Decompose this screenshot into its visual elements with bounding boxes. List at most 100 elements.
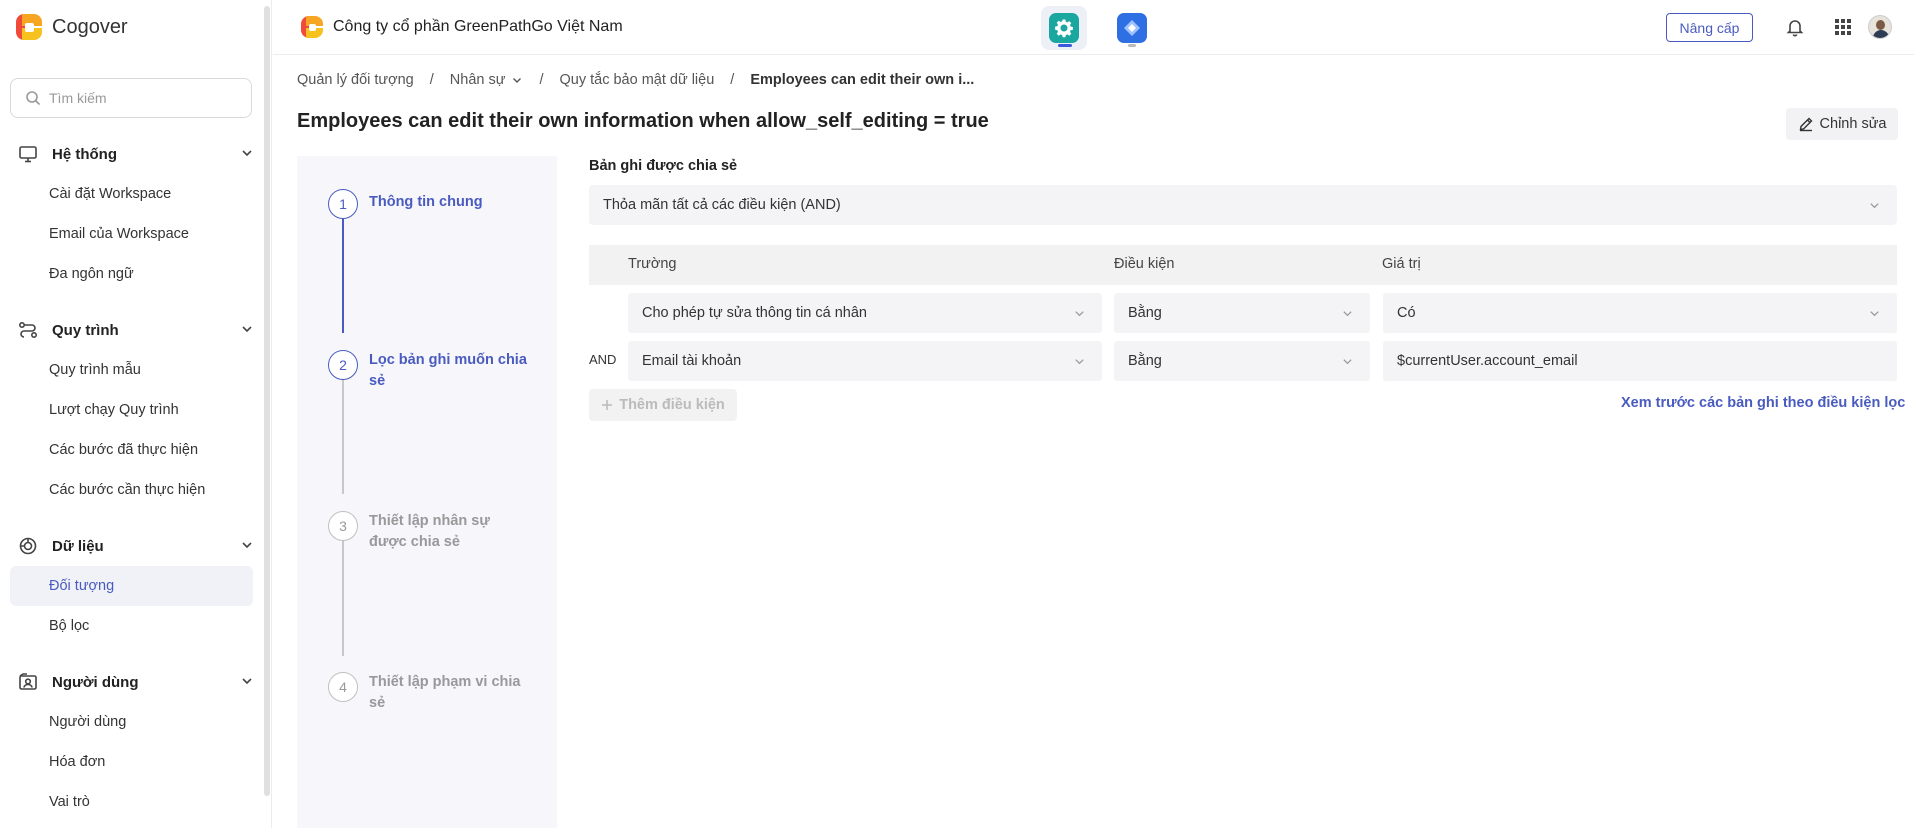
nav-group-title: Quy trình (52, 321, 119, 339)
data-icon (19, 537, 37, 555)
nav-group-title: Người dùng (52, 673, 139, 691)
sidebar-item-steps-todo[interactable]: Các bước cần thực hiện (0, 470, 253, 510)
nav-group-header[interactable]: Quy trình (0, 310, 262, 350)
page-title: Employees can edit their own information… (297, 110, 989, 132)
company-name: Công ty cổ phần GreenPathGo Việt Nam (333, 18, 623, 35)
step-connector (342, 525, 344, 656)
shared-records-label: Bản ghi được chia sẻ (589, 158, 738, 174)
edit-button-label: Chỉnh sửa (1819, 116, 1887, 132)
chevron-down-icon[interactable] (240, 322, 254, 336)
chevron-down-icon[interactable] (240, 538, 254, 552)
step-3-number[interactable]: 3 (328, 511, 358, 541)
bell-icon[interactable] (1784, 16, 1806, 38)
breadcrumb-separator: / (730, 72, 735, 88)
condition-field-select[interactable]: Email tài khoản (628, 341, 1102, 381)
brand-name: Cogover (52, 15, 128, 38)
condition-field-value: Cho phép tự sửa thông tin cá nhân (642, 305, 867, 321)
sidebar-item-invoices[interactable]: Hóa đơn (0, 742, 253, 782)
cogover-logo-icon (16, 14, 42, 40)
avatar[interactable] (1868, 15, 1892, 39)
users-icon (19, 673, 37, 690)
step-connector (342, 364, 344, 494)
chevron-down-icon (1870, 311, 1879, 317)
step-3-label[interactable]: Thiết lập nhân sự được chia sẻ (369, 511, 529, 553)
step-1-number[interactable]: 1 (328, 189, 358, 219)
apps-grid-icon[interactable] (1832, 16, 1854, 38)
nav-group-title: Dữ liệu (52, 537, 104, 555)
condition-value-select[interactable]: Có (1383, 293, 1897, 333)
nav-group-quy-trinh: Quy trình Quy trình mẫu Lượt chạy Quy tr… (0, 310, 262, 510)
breadcrumb-item-object-manager[interactable]: Quản lý đối tượng (297, 72, 414, 88)
nav-group-nguoi-dung: Người dùng Người dùng Hóa đơn Vai trò (0, 662, 262, 822)
breadcrumb-item-security-rules[interactable]: Quy tắc bảo mật dữ liệu (559, 72, 714, 88)
add-condition-label: Thêm điều kiện (619, 397, 725, 413)
sidebar-item-workspace-email[interactable]: Email của Workspace (0, 214, 253, 254)
chevron-down-icon[interactable] (511, 74, 523, 86)
condition-value: $currentUser.account_email (1397, 353, 1578, 369)
sidebar-item-roles[interactable]: Vai trò (0, 782, 253, 822)
sidebar-item-workflow-templates[interactable]: Quy trình mẫu (0, 350, 253, 390)
edit-button[interactable]: Chỉnh sửa (1786, 108, 1898, 140)
sidebar-scrollbar[interactable] (264, 6, 270, 796)
step-4-label[interactable]: Thiết lập phạm vi chia sẻ (369, 672, 529, 714)
condition-operator-select[interactable]: Bằng (1114, 341, 1370, 381)
search-icon (26, 91, 41, 106)
breadcrumb-item-employees[interactable]: Nhân sự (450, 72, 506, 88)
nav-group-header[interactable]: Dữ liệu (0, 526, 262, 566)
workflow-app-button[interactable] (1109, 6, 1155, 50)
column-header-value: Giá trị (1382, 256, 1421, 272)
sidebar-item-workflow-runs[interactable]: Lượt chạy Quy trình (0, 390, 253, 430)
workflow-icon (18, 321, 38, 339)
settings-app-button[interactable] (1041, 6, 1087, 50)
sidebar-item-filters[interactable]: Bộ lọc (0, 606, 253, 646)
condition-field-value: Email tài khoản (642, 353, 742, 369)
nav-group-he-thong: Hệ thống Cài đặt Workspace Email của Wor… (0, 134, 262, 294)
settings-app-icon (1055, 19, 1073, 38)
chevron-down-icon[interactable] (240, 674, 254, 688)
step-2-number[interactable]: 2 (328, 350, 358, 380)
workflow-app-icon (1124, 20, 1140, 36)
add-condition-button[interactable]: Thêm điều kiện (589, 389, 737, 421)
steps-panel: 1 Thông tin chung 2 Lọc bản ghi muốn chi… (297, 156, 557, 828)
condition-operator-value: Bằng (1128, 353, 1162, 369)
breadcrumb-item-current: Employees can edit their own i... (750, 72, 975, 88)
topbar: Công ty cổ phần GreenPathGo Việt Nam Nân… (273, 0, 1914, 55)
nav-group-header[interactable]: Hệ thống (0, 134, 262, 174)
chevron-down-icon (1343, 359, 1352, 365)
monitor-icon (19, 146, 37, 163)
sidebar: Cogover Tìm kiếm Hệ thống Cài đặt Worksp… (0, 0, 272, 828)
breadcrumb-separator: / (539, 72, 544, 88)
search-input[interactable]: Tìm kiếm (10, 78, 252, 118)
brand[interactable]: Cogover (16, 14, 128, 40)
sidebar-item-steps-done[interactable]: Các bước đã thực hiện (0, 430, 253, 470)
chevron-down-icon (1075, 311, 1084, 317)
column-header-operator: Điều kiện (1114, 256, 1175, 272)
upgrade-button[interactable]: Nâng cấp (1666, 13, 1753, 42)
sidebar-item-users[interactable]: Người dùng (0, 702, 253, 742)
chevron-down-icon[interactable] (240, 146, 254, 160)
company-switcher[interactable]: Công ty cổ phần GreenPathGo Việt Nam (301, 16, 623, 38)
chevron-down-icon (1343, 311, 1352, 317)
breadcrumb-separator: / (429, 72, 434, 88)
step-4-number[interactable]: 4 (328, 672, 358, 702)
sidebar-item-workspace-settings[interactable]: Cài đặt Workspace (0, 174, 253, 214)
preview-records-link[interactable]: Xem trước các bản ghi theo điều kiện lọc (1621, 395, 1905, 411)
step-connector (342, 203, 344, 333)
chevron-down-icon (1870, 203, 1879, 209)
condition-connector: AND (589, 352, 617, 367)
nav-group-header[interactable]: Người dùng (0, 662, 262, 702)
condition-field-select[interactable]: Cho phép tự sửa thông tin cá nhân (628, 293, 1102, 333)
breadcrumb: Quản lý đối tượng / Nhân sự / Quy tắc bả… (297, 72, 974, 88)
conditions-table-header: Trường Điều kiện Giá trị (589, 245, 1897, 285)
match-mode-select[interactable]: Thỏa mãn tất cả các điều kiện (AND) (589, 185, 1897, 225)
condition-value-input[interactable]: $currentUser.account_email (1383, 341, 1897, 381)
step-1-label[interactable]: Thông tin chung (369, 192, 529, 213)
company-logo-icon (301, 16, 323, 38)
chevron-down-icon (1075, 359, 1084, 365)
step-2-label[interactable]: Lọc bản ghi muốn chia sẻ (369, 350, 529, 392)
sidebar-item-multilanguage[interactable]: Đa ngôn ngữ (0, 254, 253, 294)
condition-operator-value: Bằng (1128, 305, 1162, 321)
sidebar-item-objects[interactable]: Đối tượng (10, 566, 253, 606)
condition-operator-select[interactable]: Bằng (1114, 293, 1370, 333)
search-placeholder: Tìm kiếm (49, 90, 107, 106)
